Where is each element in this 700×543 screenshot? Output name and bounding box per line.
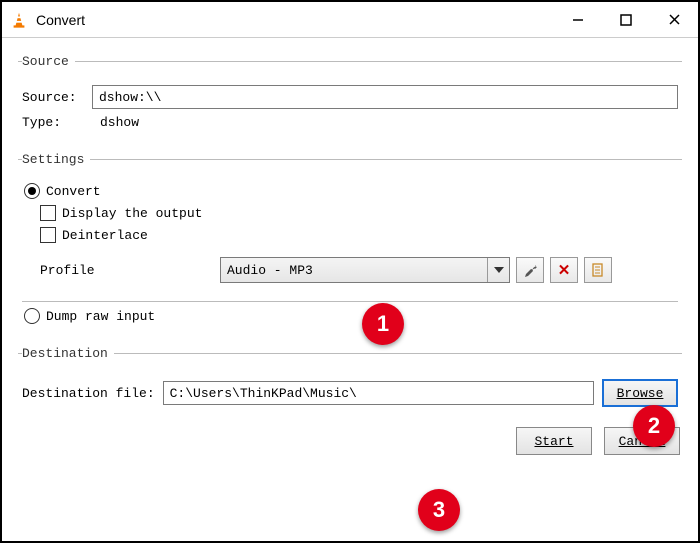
type-label: Type: bbox=[22, 115, 92, 130]
settings-divider bbox=[22, 301, 678, 302]
edit-profile-button[interactable] bbox=[516, 257, 544, 283]
chevron-down-icon bbox=[487, 258, 509, 282]
display-output-checkbox[interactable]: Display the output bbox=[40, 205, 678, 221]
radio-unchecked-icon bbox=[24, 308, 40, 324]
display-output-label: Display the output bbox=[62, 206, 202, 221]
destination-input[interactable] bbox=[163, 381, 594, 405]
close-button[interactable] bbox=[650, 2, 698, 37]
dialog-footer: Start Cancel bbox=[18, 423, 682, 455]
settings-group: Settings Convert Display the output Dein… bbox=[18, 152, 682, 338]
profile-select[interactable]: Audio - MP3 bbox=[220, 257, 510, 283]
window-title: Convert bbox=[36, 12, 554, 28]
source-legend: Source bbox=[22, 54, 75, 69]
profile-selected-value: Audio - MP3 bbox=[227, 263, 313, 278]
source-group: Source Source: Type: dshow bbox=[18, 54, 682, 144]
destination-label: Destination file: bbox=[22, 386, 155, 401]
dump-radio-label: Dump raw input bbox=[46, 309, 155, 324]
minimize-button[interactable] bbox=[554, 2, 602, 37]
cancel-button[interactable]: Cancel bbox=[604, 427, 680, 455]
window-controls bbox=[554, 2, 698, 37]
radio-checked-icon bbox=[24, 183, 40, 199]
type-value: dshow bbox=[100, 115, 139, 130]
checkbox-icon bbox=[40, 227, 56, 243]
profile-label: Profile bbox=[40, 263, 220, 278]
new-file-icon bbox=[590, 262, 606, 278]
source-input[interactable] bbox=[92, 85, 678, 109]
deinterlace-checkbox[interactable]: Deinterlace bbox=[40, 227, 678, 243]
x-icon: ✕ bbox=[558, 261, 571, 279]
destination-legend: Destination bbox=[22, 346, 114, 361]
maximize-button[interactable] bbox=[602, 2, 650, 37]
new-profile-button[interactable] bbox=[584, 257, 612, 283]
annotation-callout-3: 3 bbox=[418, 489, 460, 531]
vlc-cone-icon bbox=[10, 11, 28, 29]
convert-radio[interactable]: Convert bbox=[24, 183, 678, 199]
delete-profile-button[interactable]: ✕ bbox=[550, 257, 578, 283]
wrench-icon bbox=[522, 262, 538, 278]
source-label: Source: bbox=[22, 90, 92, 105]
checkbox-icon bbox=[40, 205, 56, 221]
dump-radio[interactable]: Dump raw input bbox=[24, 308, 678, 324]
convert-radio-label: Convert bbox=[46, 184, 101, 199]
titlebar: Convert bbox=[2, 2, 698, 38]
settings-legend: Settings bbox=[22, 152, 90, 167]
destination-group: Destination Destination file: Browse bbox=[18, 346, 682, 423]
start-button[interactable]: Start bbox=[516, 427, 592, 455]
deinterlace-label: Deinterlace bbox=[62, 228, 148, 243]
browse-button[interactable]: Browse bbox=[602, 379, 678, 407]
